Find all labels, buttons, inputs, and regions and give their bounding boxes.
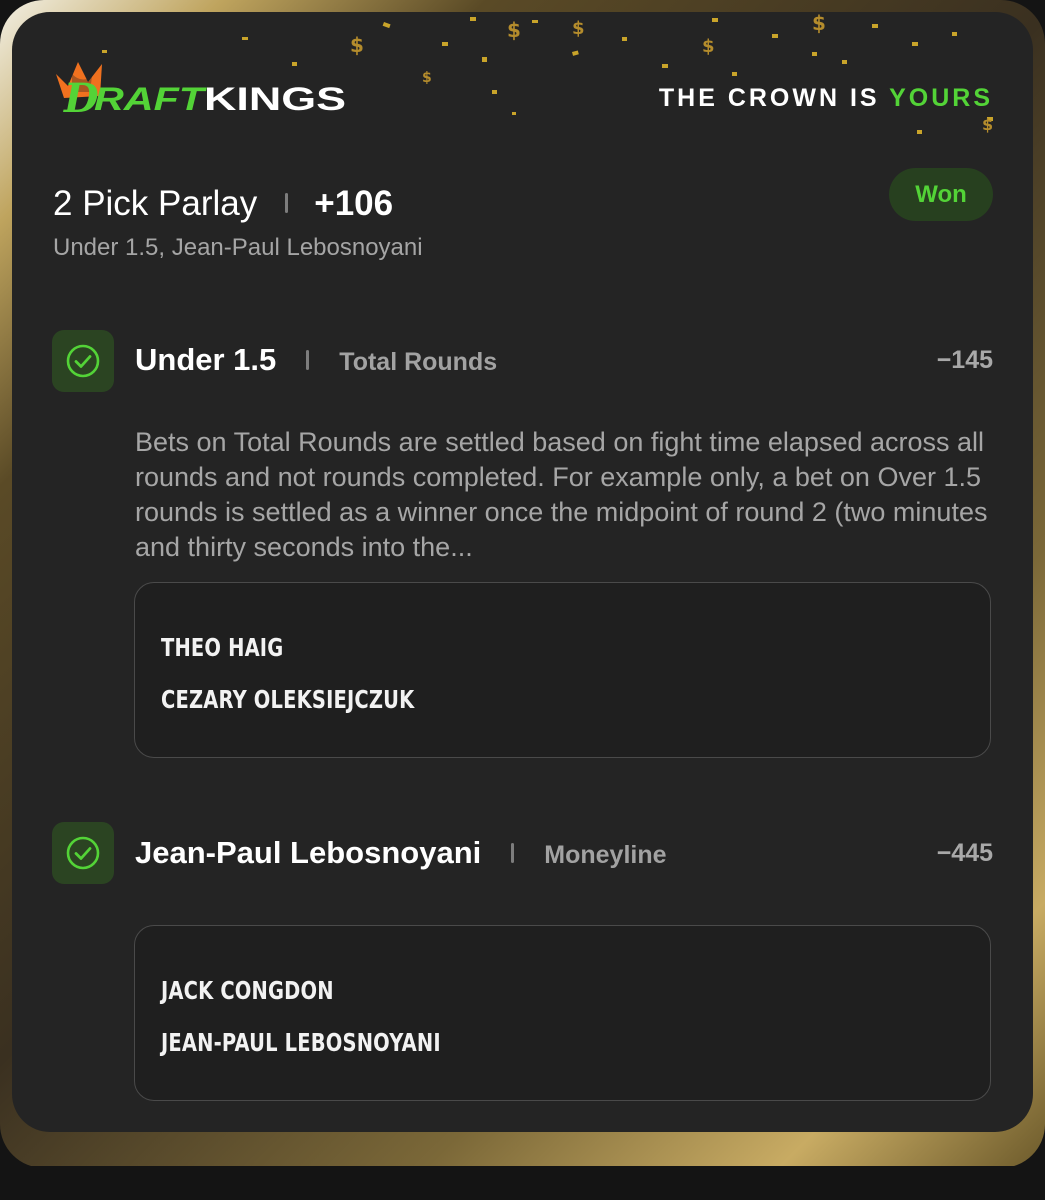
leg-2-market: Moneyline: [544, 841, 667, 869]
fighter-name: CEZARY OLEKSIEJCZUK: [161, 685, 415, 714]
svg-text:$: $: [350, 33, 364, 57]
leg-1-market: Total Rounds: [339, 348, 498, 376]
check-circle-icon: [66, 344, 100, 378]
leg-1-rule-text: Bets on Total Rounds are settled based o…: [135, 427, 988, 562]
separator: [285, 192, 289, 213]
svg-text:$: $: [982, 115, 993, 134]
slogan-highlight: YOURS: [889, 84, 993, 112]
slogan-prefix: THE CROWN IS: [658, 84, 880, 112]
check-circle-icon: [66, 836, 100, 870]
leg-2-title: Jean-Paul Lebosnoyani Moneyline: [135, 835, 667, 871]
separator: [511, 842, 515, 863]
svg-text:$: $: [572, 18, 585, 39]
svg-text:KINGS: KINGS: [204, 81, 346, 117]
leg-2-selection: Jean-Paul Lebosnoyani: [135, 835, 482, 870]
status-badge: Won: [889, 168, 993, 221]
slogan: THE CROWN IS YOURS: [659, 84, 993, 113]
leg-2-status: [52, 822, 114, 884]
leg-1-title: Under 1.5 Total Rounds: [135, 342, 497, 378]
separator: [306, 349, 310, 370]
parlay-subtitle: Under 1.5, Jean-Paul Lebosnoyani: [53, 234, 423, 261]
leg-1-odds: −145: [936, 346, 993, 374]
fighter-name: JEAN-PAUL LEBOSNOYANI: [161, 1028, 441, 1057]
draftkings-logo: D RAFT KINGS: [56, 62, 346, 122]
svg-text:$: $: [702, 36, 715, 57]
leg-1-fight-box[interactable]: THEO HAIG CEZARY OLEKSIEJCZUK: [134, 582, 991, 758]
bottom-background: [0, 1166, 1045, 1200]
parlay-title-row: 2 Pick Parlay +106: [53, 184, 393, 224]
leg-2-odds: −445: [936, 839, 993, 867]
parlay-title: 2 Pick Parlay: [53, 184, 258, 223]
svg-text:$: $: [422, 70, 432, 86]
svg-text:$: $: [507, 18, 521, 42]
leg-2-fight-box[interactable]: JACK CONGDON JEAN-PAUL LEBOSNOYANI: [134, 925, 991, 1101]
fighter-name: JACK CONGDON: [161, 976, 334, 1005]
fighter-name: THEO HAIG: [161, 633, 284, 662]
svg-text:$: $: [812, 12, 826, 35]
parlay-odds: +106: [314, 184, 394, 223]
leg-1-status: [52, 330, 114, 392]
svg-text:RAFT: RAFT: [94, 81, 207, 117]
leg-1-selection: Under 1.5: [135, 342, 277, 377]
bet-card: $ $ $ $ $ $ $ D RAFT KINGS THE CROWN IS …: [12, 12, 1033, 1132]
